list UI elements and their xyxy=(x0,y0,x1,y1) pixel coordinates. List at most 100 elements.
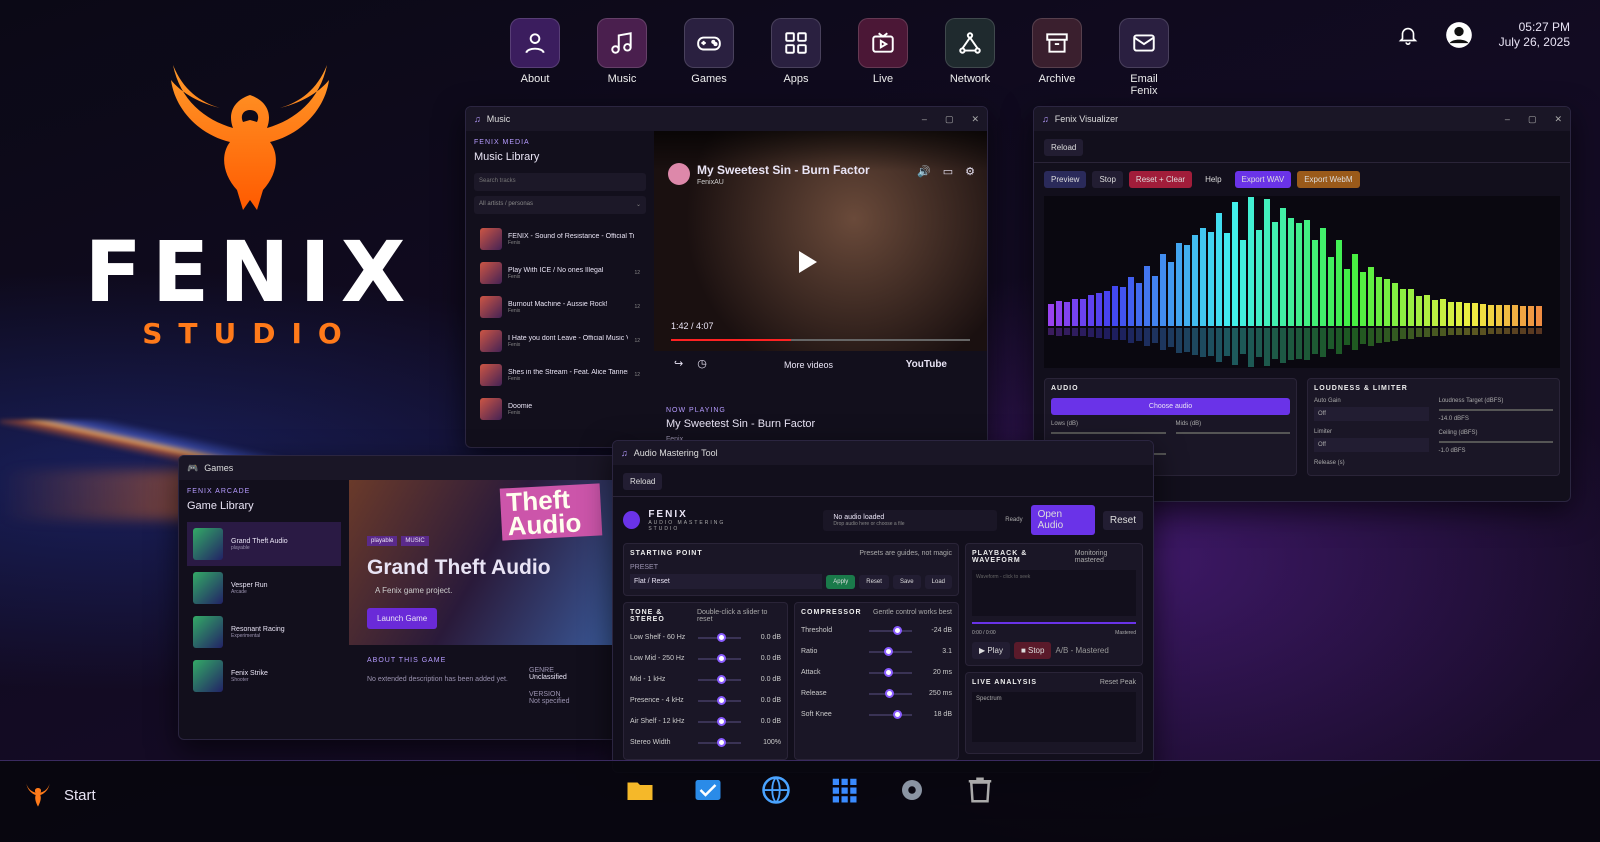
video-progress[interactable] xyxy=(671,339,970,341)
nav-archive[interactable]: Archive xyxy=(1032,18,1082,97)
slider[interactable] xyxy=(698,737,741,747)
launch-game-button[interactable]: Launch Game xyxy=(367,608,438,629)
minimize-icon[interactable]: – xyxy=(922,114,927,125)
slider-thumb[interactable] xyxy=(892,709,902,719)
mids-slider[interactable] xyxy=(1175,432,1290,434)
nav-games[interactable]: Games xyxy=(684,18,734,97)
loudness-target-slider[interactable] xyxy=(1438,409,1553,411)
apply-button[interactable]: Apply xyxy=(826,574,856,589)
viz-help-button[interactable]: Help xyxy=(1198,171,1228,188)
more-videos-link[interactable]: More videos xyxy=(784,360,833,370)
captions-icon[interactable]: ▭ xyxy=(943,165,953,178)
reload-button[interactable]: Reload xyxy=(623,473,663,490)
slider-thumb[interactable] xyxy=(717,737,727,747)
apps-grid-icon[interactable] xyxy=(829,775,859,805)
ceiling-slider[interactable] xyxy=(1438,441,1553,443)
viz-stop-button[interactable]: Stop xyxy=(1092,171,1123,188)
close-icon[interactable]: ✕ xyxy=(1554,114,1562,125)
auto-gain-select[interactable]: Off xyxy=(1314,407,1429,421)
load-button[interactable]: Load xyxy=(924,574,952,589)
viz-reset-clear-button[interactable]: Reset + Clear xyxy=(1128,171,1193,188)
slider[interactable] xyxy=(869,646,912,656)
maximize-icon[interactable]: ▢ xyxy=(945,114,954,125)
mail-icon[interactable] xyxy=(693,775,723,805)
nav-apps[interactable]: Apps xyxy=(771,18,821,97)
video-player[interactable]: My Sweetest Sin - Burn Factor FenixAU 🔊 ▭… xyxy=(654,131,987,370)
search-input[interactable]: Search tracks xyxy=(474,173,646,191)
globe-icon[interactable] xyxy=(761,775,791,805)
slider-thumb[interactable] xyxy=(884,667,894,677)
youtube-logo[interactable]: YouTube xyxy=(906,359,947,370)
maximize-icon[interactable]: ▢ xyxy=(1528,114,1537,125)
nav-network[interactable]: Network xyxy=(945,18,995,97)
minimize-icon[interactable]: – xyxy=(1505,114,1510,125)
slider-thumb[interactable] xyxy=(884,646,894,656)
track-item[interactable]: Shes in the Stream - Feat. Alice Tanner F… xyxy=(474,358,646,392)
start-button[interactable]: Start xyxy=(24,781,96,809)
audio-drop-zone[interactable]: No audio loaded Drop audio here or choose… xyxy=(823,509,998,531)
trash-icon[interactable] xyxy=(965,775,995,805)
slider-thumb[interactable] xyxy=(892,625,902,635)
share-icon[interactable]: ↪ xyxy=(674,357,683,370)
slider-thumb[interactable] xyxy=(717,653,727,663)
viz-export-webm-button[interactable]: Export WebM xyxy=(1297,171,1360,188)
slider[interactable] xyxy=(698,716,741,726)
track-item[interactable]: Play With ICE / No ones Illegal Fenix 12 xyxy=(474,256,646,290)
slider-thumb[interactable] xyxy=(717,716,727,726)
bell-icon[interactable] xyxy=(1397,24,1419,46)
save-button[interactable]: Save xyxy=(892,574,921,589)
slider[interactable] xyxy=(698,695,741,705)
track-item[interactable]: FENIX - Sound of Resistance - Official T… xyxy=(474,222,646,256)
play-icon[interactable] xyxy=(799,251,817,273)
game-item[interactable]: Resonant Racing Experimental xyxy=(187,610,341,654)
preset-reset-button[interactable]: Reset xyxy=(859,574,889,589)
channel-avatar[interactable] xyxy=(668,163,690,185)
limiter-select[interactable]: Off xyxy=(1314,438,1429,452)
nav-about[interactable]: About xyxy=(510,18,560,97)
preset-select[interactable]: Flat / Reset xyxy=(630,574,823,589)
close-icon[interactable]: ✕ xyxy=(971,114,979,125)
video-title[interactable]: My Sweetest Sin - Burn Factor xyxy=(697,163,870,177)
folder-icon[interactable] xyxy=(625,775,655,805)
slider[interactable] xyxy=(869,625,912,635)
nav-live[interactable]: Live xyxy=(858,18,908,97)
nav-music[interactable]: Music xyxy=(597,18,647,97)
play-button[interactable]: ▶ Play xyxy=(972,642,1010,659)
slider-thumb[interactable] xyxy=(717,632,727,642)
slider[interactable] xyxy=(869,709,912,719)
reset-peak-button[interactable]: Reset Peak xyxy=(1100,679,1136,686)
viz-export-wav-button[interactable]: Export WAV xyxy=(1234,171,1292,188)
seek-slider[interactable] xyxy=(972,622,1136,624)
stop-button[interactable]: ■ Stop xyxy=(1013,642,1052,659)
slider[interactable] xyxy=(869,688,912,698)
game-item[interactable]: Grand Theft Audio playable xyxy=(187,522,341,566)
slider-thumb[interactable] xyxy=(717,695,727,705)
settings-icon[interactable]: ⚙ xyxy=(965,165,975,178)
settings-gear-icon[interactable] xyxy=(897,775,927,805)
artist-filter-select[interactable]: All artists / personas ⌄ xyxy=(474,196,646,214)
user-avatar-icon[interactable] xyxy=(1445,21,1473,49)
track-item[interactable]: Doomie Fenix xyxy=(474,392,646,426)
nav-email-fenix[interactable]: Email Fenix xyxy=(1119,18,1169,97)
lows-slider[interactable] xyxy=(1051,432,1166,434)
slider-thumb[interactable] xyxy=(885,688,895,698)
game-item[interactable]: Vesper Run Arcade xyxy=(187,566,341,610)
reset-button[interactable]: Reset xyxy=(1102,510,1143,530)
choose-audio-button[interactable]: Choose audio xyxy=(1051,398,1290,415)
reload-button[interactable]: Reload xyxy=(1044,139,1084,156)
slider[interactable] xyxy=(698,674,741,684)
ab-toggle[interactable]: A/B - Mastered xyxy=(1055,646,1108,655)
volume-icon[interactable]: 🔊 xyxy=(917,165,931,178)
slider-thumb[interactable] xyxy=(717,674,727,684)
slider[interactable] xyxy=(698,653,741,663)
viz-preview-button[interactable]: Preview xyxy=(1044,171,1087,188)
spectrum-bar xyxy=(1176,243,1182,326)
track-item[interactable]: Burnout Machine - Aussie Rock! Fenix 12 xyxy=(474,290,646,324)
game-item[interactable]: Fenix Strike Shooter xyxy=(187,654,341,698)
slider[interactable] xyxy=(869,667,912,677)
slider[interactable] xyxy=(698,632,741,642)
open-audio-button[interactable]: Open Audio xyxy=(1030,505,1095,535)
watch-later-icon[interactable]: ◷ xyxy=(697,357,707,370)
track-item[interactable]: I Hate you dont Leave - Official Music V… xyxy=(474,324,646,358)
waveform[interactable]: Waveform - click to seek xyxy=(972,570,1136,616)
